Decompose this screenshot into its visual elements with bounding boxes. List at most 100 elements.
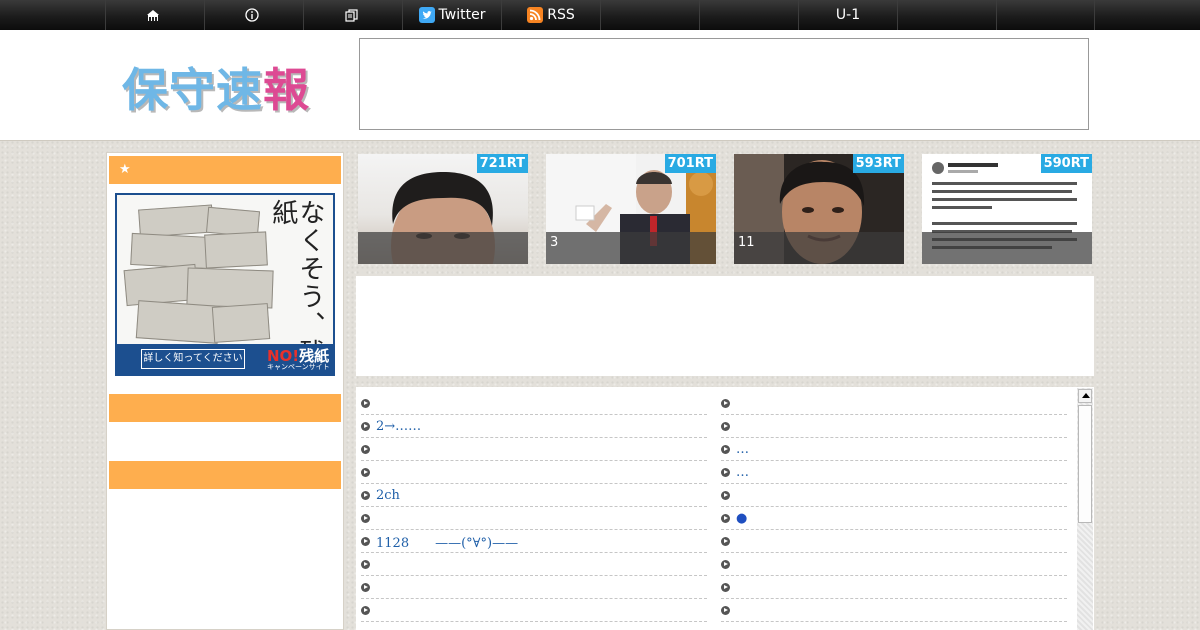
- play-bullet-icon: [721, 582, 730, 592]
- home-icon: [146, 9, 160, 22]
- nav-info[interactable]: [204, 0, 303, 30]
- nav-item-6[interactable]: [600, 0, 699, 30]
- sidebar-heading-2: [109, 394, 341, 422]
- headline-row[interactable]: [361, 461, 707, 484]
- headline-row[interactable]: 2ch: [361, 484, 707, 507]
- nav-item-9[interactable]: [897, 0, 996, 30]
- sidebar-heading-3: [109, 461, 341, 489]
- top-navigation-bar: Twitter RSS U-1: [0, 0, 1200, 30]
- ranking-thumb-2[interactable]: 701RT 3: [546, 154, 716, 264]
- headline-row[interactable]: ●: [721, 507, 1067, 530]
- campaign-banner[interactable]: なくそう、残紙 詳しく知ってください NO!残紙 キャンペーンサイト: [115, 193, 335, 376]
- play-bullet-icon: [361, 513, 370, 523]
- headline-link[interactable]: …: [736, 442, 749, 457]
- newspaper-bundle: [186, 267, 274, 309]
- play-bullet-icon: [721, 421, 730, 431]
- headline-row[interactable]: [361, 553, 707, 576]
- thumb-caption: [358, 232, 528, 264]
- headline-row[interactable]: …: [721, 438, 1067, 461]
- headline-row[interactable]: [361, 576, 707, 599]
- headline-row[interactable]: 1128 ——(°∀°)——: [361, 530, 707, 553]
- nav-rss-label: RSS: [547, 7, 575, 23]
- sidebar: ★ なくそう、残紙 詳しく知ってください NO!残紙 キャンペーンサイト: [106, 152, 344, 630]
- play-bullet-icon: [361, 559, 370, 569]
- newspaper-bundle: [135, 300, 221, 344]
- banner-footer: 詳しく知ってください NO!残紙 キャンペーンサイト: [117, 344, 333, 374]
- rss-icon: [527, 7, 544, 23]
- newspaper-bundle: [204, 231, 268, 269]
- nav-archive[interactable]: [303, 0, 402, 30]
- headline-link[interactable]: ●: [736, 511, 747, 526]
- play-bullet-icon: [721, 513, 730, 523]
- play-bullet-icon: [361, 490, 370, 500]
- play-bullet-icon: [361, 421, 370, 431]
- archive-icon: [344, 8, 358, 22]
- nav-rss[interactable]: RSS: [501, 0, 600, 30]
- twitter-icon: [418, 7, 435, 23]
- headline-column-left: 2→…… 2ch 1128 ——(°∀°)——: [361, 392, 707, 622]
- headline-row[interactable]: [721, 392, 1067, 415]
- play-bullet-icon: [721, 398, 730, 408]
- headline-row[interactable]: [721, 530, 1067, 553]
- newspaper-bundle: [138, 204, 214, 238]
- thumb-caption: 3: [546, 232, 716, 264]
- rt-count-badge: 590RT: [1040, 154, 1092, 173]
- site-logo[interactable]: 保守速報: [122, 54, 310, 120]
- ranking-thumb-4[interactable]: 590RT: [922, 154, 1092, 264]
- headline-row[interactable]: …: [721, 461, 1067, 484]
- play-bullet-icon: [721, 536, 730, 546]
- play-bullet-icon: [721, 559, 730, 569]
- play-bullet-icon: [361, 467, 370, 477]
- play-bullet-icon: [721, 605, 730, 615]
- play-bullet-icon: [361, 605, 370, 615]
- headline-row[interactable]: [721, 599, 1067, 622]
- headline-row[interactable]: [361, 507, 707, 530]
- nav-twitter-label: Twitter: [438, 7, 486, 23]
- headline-row[interactable]: [721, 553, 1067, 576]
- header-ad-slot: [359, 38, 1089, 130]
- content-ad-slot: [356, 276, 1094, 376]
- ranking-thumb-3[interactable]: 593RT 11: [734, 154, 904, 264]
- headline-list-scrollbar[interactable]: [1077, 388, 1093, 630]
- logo-text-pink: 報: [263, 63, 310, 117]
- rt-count-badge: 721RT: [476, 154, 528, 173]
- thumb-caption: 11: [734, 232, 904, 264]
- sidebar-heading-recommended: ★: [109, 156, 341, 184]
- headline-row[interactable]: [361, 599, 707, 622]
- site-header: 保守速報: [0, 30, 1200, 141]
- nav-u1-label: U-1: [835, 7, 861, 23]
- headline-row[interactable]: [721, 415, 1067, 438]
- nav-twitter[interactable]: Twitter: [402, 0, 501, 30]
- banner-site-label: キャンペーンサイト: [267, 363, 330, 371]
- nav-item-7[interactable]: [699, 0, 798, 30]
- scroll-up-arrow-icon[interactable]: [1078, 389, 1092, 403]
- scrollbar-thumb[interactable]: [1078, 405, 1092, 523]
- headline-link[interactable]: 2→……: [376, 419, 421, 434]
- rt-count-badge: 701RT: [664, 154, 716, 173]
- rt-count-badge: 593RT: [852, 154, 904, 173]
- newspaper-bundle: [130, 232, 212, 270]
- headline-column-right: … … ●: [721, 392, 1067, 622]
- play-bullet-icon: [361, 582, 370, 592]
- headline-link[interactable]: …: [736, 465, 749, 480]
- nav-u1[interactable]: U-1: [798, 0, 897, 30]
- thumb-caption: [922, 232, 1092, 264]
- headline-row[interactable]: [361, 392, 707, 415]
- play-bullet-icon: [721, 467, 730, 477]
- ranking-thumb-1[interactable]: 721RT: [358, 154, 528, 264]
- headline-row[interactable]: [721, 576, 1067, 599]
- play-bullet-icon: [721, 444, 730, 454]
- nav-home[interactable]: [105, 0, 204, 30]
- headline-row[interactable]: [361, 438, 707, 461]
- logo-text-blue: 保守速: [122, 63, 263, 117]
- play-bullet-icon: [361, 536, 370, 546]
- play-bullet-icon: [361, 444, 370, 454]
- headline-link[interactable]: 2ch: [376, 488, 400, 503]
- info-icon: [245, 8, 259, 22]
- banner-learn-more-button[interactable]: 詳しく知ってください: [141, 349, 245, 369]
- play-bullet-icon: [721, 490, 730, 500]
- headline-link[interactable]: 1128 ——(°∀°)——: [376, 532, 518, 551]
- headline-row[interactable]: [721, 484, 1067, 507]
- headline-row[interactable]: 2→……: [361, 415, 707, 438]
- nav-item-10[interactable]: [996, 0, 1095, 30]
